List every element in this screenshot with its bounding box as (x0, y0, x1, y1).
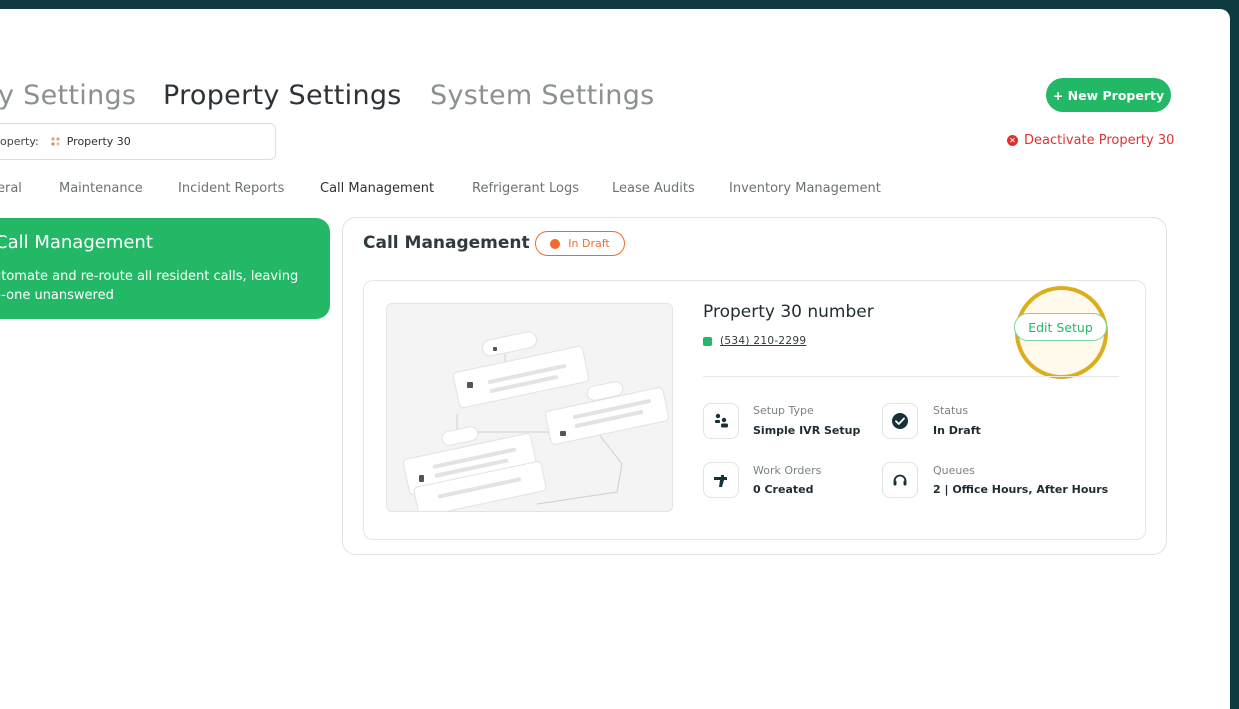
phone-number-link[interactable]: (534) 210-2299 (720, 335, 806, 347)
subtab-lease-audits[interactable]: Lease Audits (612, 181, 695, 196)
check-circle-icon (882, 403, 918, 439)
status-badge-label: In Draft (568, 237, 610, 250)
deactivate-label: Deactivate Property 30 (1024, 133, 1175, 148)
phone-number-row: (534) 210-2299 (703, 335, 806, 347)
headset-icon (882, 462, 918, 498)
property-selector-label: operty: (0, 135, 39, 148)
phone-number-title: Property 30 number (703, 302, 874, 322)
work-orders-value: 0 Created (753, 483, 814, 496)
ivr-setup-icon (703, 403, 739, 439)
tab-company-settings[interactable]: y Settings (0, 80, 136, 111)
new-property-button[interactable]: + New Property (1046, 78, 1171, 112)
property-selector-value: Property 30 (66, 135, 131, 148)
subtab-general[interactable]: eral (0, 181, 22, 196)
status-value: In Draft (933, 424, 981, 437)
intro-description: utomate and re-route all resident calls,… (0, 269, 299, 303)
status-dot-icon (550, 238, 561, 249)
property-selector[interactable]: operty: Property 30 (0, 123, 276, 160)
subtab-maintenance[interactable]: Maintenance (59, 181, 143, 196)
subtab-inventory-management[interactable]: Inventory Management (729, 181, 881, 196)
tab-system-settings[interactable]: System Settings (430, 80, 655, 111)
call-management-intro-card: Call Management utomate and re-route all… (0, 218, 330, 319)
subtab-incident-reports[interactable]: Incident Reports (178, 181, 284, 196)
subtab-refrigerant-logs[interactable]: Refrigerant Logs (472, 181, 579, 196)
setup-type-value: Simple IVR Setup (753, 424, 861, 437)
status-badge: In Draft (535, 231, 625, 256)
tab-property-settings[interactable]: Property Settings (163, 80, 402, 111)
subtab-call-management[interactable]: Call Management (320, 181, 434, 196)
phone-icon (703, 336, 712, 346)
work-orders-label: Work Orders (753, 464, 822, 477)
ivr-flow-preview-image (386, 303, 673, 512)
intro-title: Call Management (0, 232, 153, 253)
status-label: Status (933, 404, 969, 417)
setup-type-label: Setup Type (753, 404, 814, 417)
close-circle-icon: ✕ (1007, 135, 1018, 146)
edit-setup-button[interactable]: Edit Setup (1014, 313, 1107, 341)
property-logo-icon (49, 135, 62, 148)
deactivate-property-link[interactable]: ✕ Deactivate Property 30 (1007, 133, 1174, 148)
queues-value: 2 | Office Hours, After Hours (933, 483, 1109, 496)
card-title: Call Management (363, 233, 530, 253)
section-divider (703, 376, 1119, 377)
wrench-icon (703, 462, 739, 498)
queues-label: Queues (933, 464, 975, 477)
